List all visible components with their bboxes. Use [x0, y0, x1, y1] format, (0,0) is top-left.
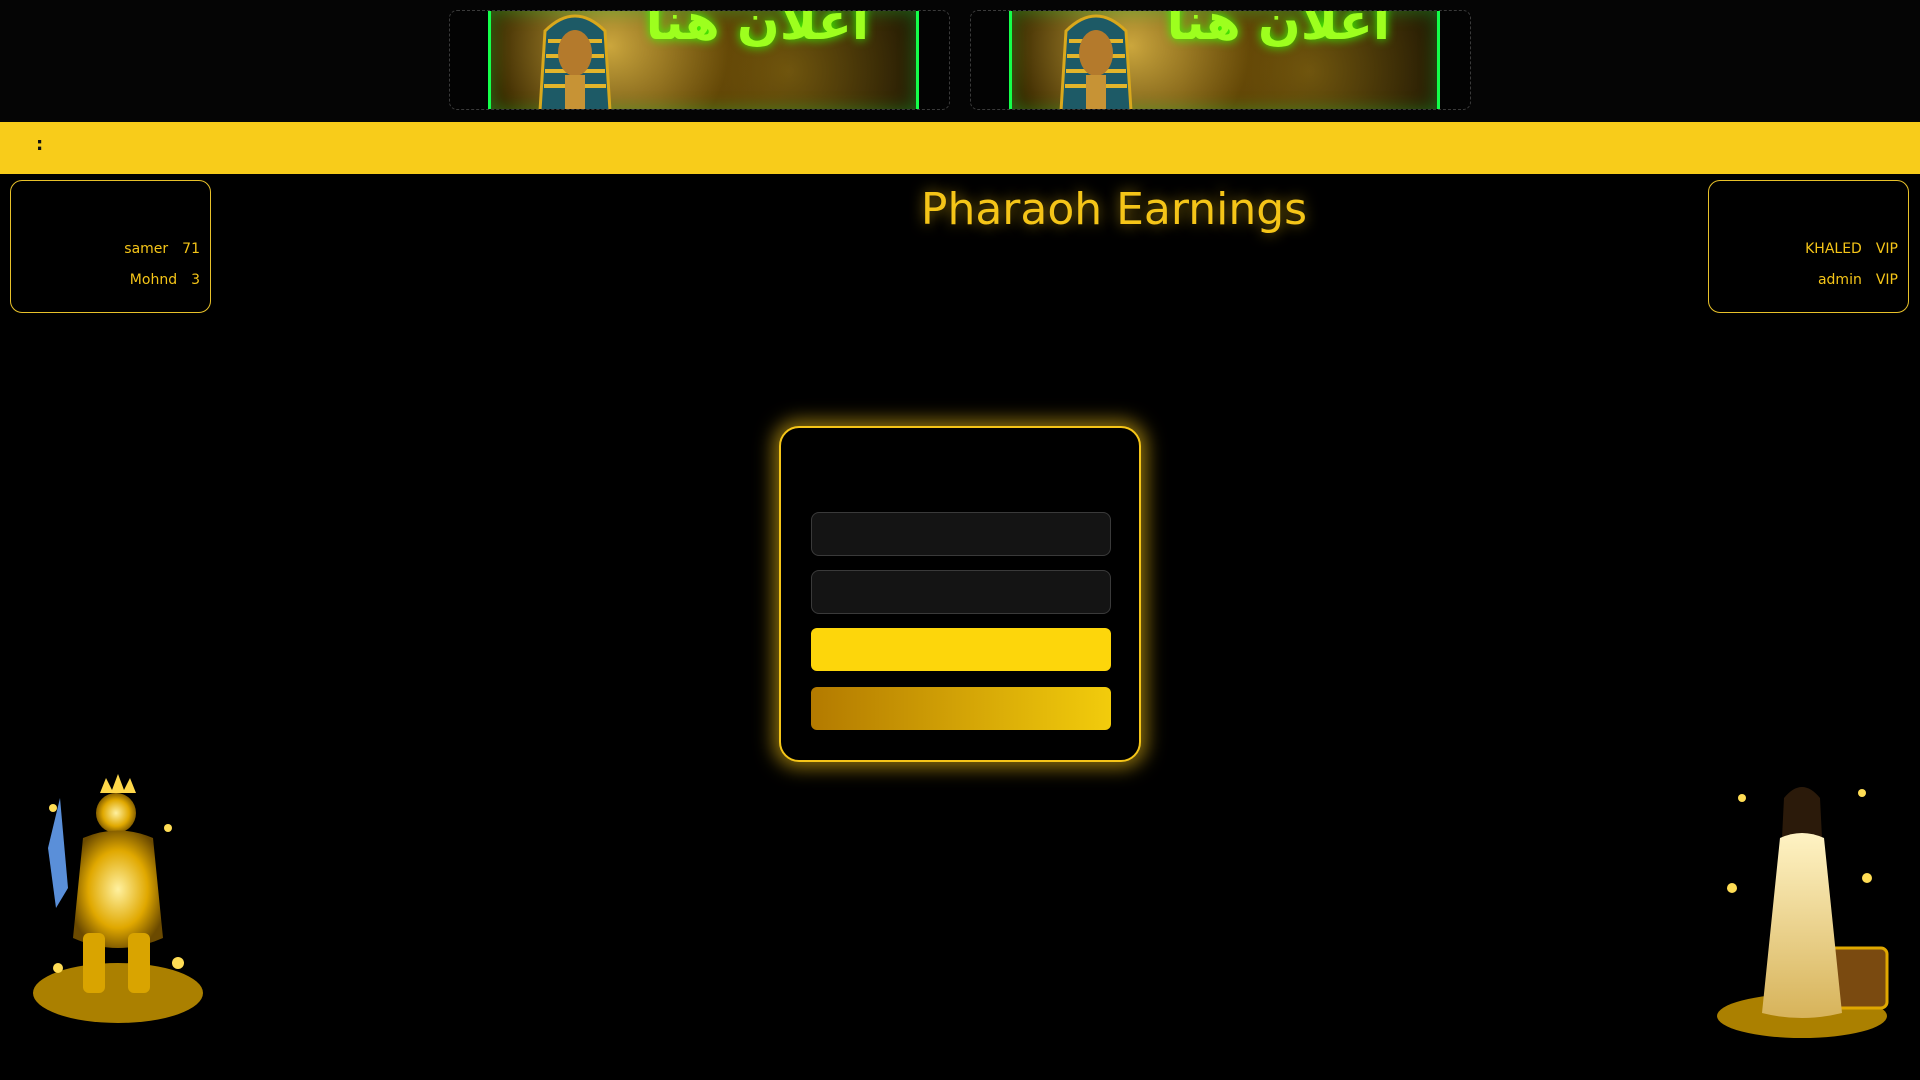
ranking-row: KHALED VIP	[1805, 241, 1898, 257]
ad-banner-1[interactable]: اعلان هنا	[449, 10, 950, 110]
password-field[interactable]	[811, 570, 1111, 614]
ranking-value: 3	[191, 272, 200, 288]
ranking-value: 71	[182, 241, 200, 257]
ranking-row: samer 71	[124, 241, 200, 257]
ad-banner-2[interactable]: اعلان هنا	[970, 10, 1471, 110]
banner-text: اعلان هنا	[645, 10, 869, 51]
ranking-value: VIP	[1875, 241, 1898, 257]
page-title: Pharaoh Earnings	[920, 184, 1308, 235]
top-bar: اعلان هنا اعلان هنا	[0, 0, 1920, 122]
ranking-row: Mohnd 3	[130, 272, 200, 288]
login-form	[779, 426, 1141, 762]
ranking-name: samer	[124, 241, 169, 257]
username-field[interactable]	[811, 512, 1111, 556]
pharaoh-icon	[538, 14, 612, 109]
ranking-name: Mohnd	[129, 272, 178, 288]
egyptian-queen-figure-icon	[1717, 787, 1889, 1038]
ticker-text: :	[36, 134, 44, 155]
ranking-name: KHALED	[1805, 241, 1862, 257]
pharaoh-icon	[1059, 14, 1133, 109]
ranking-row: admin VIP	[1818, 272, 1898, 288]
golden-king-figure-icon	[33, 774, 203, 1023]
ranking-name: admin	[1817, 272, 1862, 288]
register-button[interactable]	[811, 687, 1111, 730]
ranking-value: VIP	[1875, 272, 1898, 288]
news-ticker: :	[0, 122, 1920, 174]
login-button[interactable]	[811, 628, 1111, 671]
banner-text: اعلان هنا	[1166, 10, 1390, 51]
